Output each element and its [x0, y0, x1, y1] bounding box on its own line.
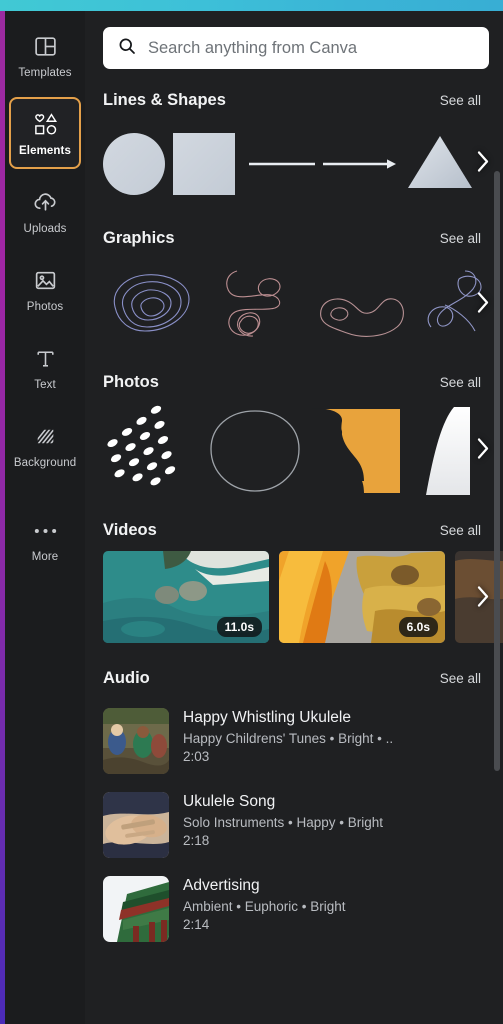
sidebar-item-label: Photos [26, 300, 64, 313]
audio-meta: Advertising Ambient • Euphoric • Bright … [183, 876, 346, 932]
photos-row [103, 403, 503, 499]
video-duration-badge: 11.0s [216, 617, 262, 637]
sidebar-item-label: Elements [19, 144, 71, 157]
sidebar-item-text[interactable]: Text [9, 331, 81, 403]
sidebar-item-label: Templates [18, 66, 72, 79]
videos-row: 11.0s 6.0s [103, 551, 503, 647]
audio-duration: 2:18 [183, 833, 210, 848]
video-duration-badge: 6.0s [398, 617, 438, 637]
section-photos: Photos See all [85, 373, 503, 499]
photo-orange-shape[interactable] [306, 405, 402, 497]
section-title: Audio [103, 669, 150, 687]
see-all-photos[interactable]: See all [440, 375, 481, 390]
graphics-row [103, 259, 503, 351]
section-graphics: Graphics See all [85, 229, 503, 351]
section-videos: Videos See all 11.0s 6.0s [85, 521, 503, 647]
list-item[interactable]: Happy Whistling Ukulele Happy Childrens'… [103, 699, 481, 783]
search-area: Search anything from Canva [85, 11, 503, 69]
see-all-audio[interactable]: See all [440, 671, 481, 686]
sidebar-item-label: Uploads [23, 222, 67, 235]
shape-arrow[interactable] [321, 133, 401, 195]
section-header: Lines & Shapes See all [103, 91, 503, 110]
audio-thumbnail [103, 792, 169, 858]
more-icon [33, 516, 58, 546]
sidebar-item-photos[interactable]: Photos [9, 253, 81, 325]
audio-tags: Happy Childrens' Tunes • Bright • .. [183, 731, 394, 746]
photo-dot-pattern[interactable] [103, 405, 199, 497]
audio-title: Happy Whistling Ukulele [183, 709, 351, 726]
photo-blob-outline[interactable] [205, 405, 301, 497]
video-thumbnail[interactable]: 11.0s [103, 551, 269, 643]
shape-line[interactable] [247, 133, 317, 195]
sidebar-item-elements[interactable]: Elements [9, 97, 81, 169]
list-item[interactable]: Advertising Ambient • Euphoric • Bright … [103, 867, 481, 951]
chevron-right-icon-graphics[interactable] [476, 291, 491, 320]
photos-icon [33, 266, 58, 296]
audio-track-list: Happy Whistling Ukulele Happy Childrens'… [103, 699, 503, 951]
sidebar-item-more[interactable]: More [9, 503, 81, 575]
audio-tags: Solo Instruments • Happy • Bright [183, 815, 384, 830]
shape-triangle[interactable] [405, 133, 475, 195]
section-header: Graphics See all [103, 229, 503, 248]
audio-duration: 2:03 [183, 749, 210, 764]
section-header: Photos See all [103, 373, 503, 392]
graphic-abstract-line-loops[interactable] [103, 261, 201, 349]
section-header: Audio See all [103, 669, 503, 688]
audio-thumbnail [103, 708, 169, 774]
shape-square[interactable] [173, 133, 235, 195]
section-title: Videos [103, 521, 157, 539]
scrollbar-thumb[interactable] [494, 171, 500, 771]
see-all-graphics[interactable]: See all [440, 231, 481, 246]
graphic-abstract-wave[interactable] [311, 261, 409, 349]
section-header: Videos See all [103, 521, 503, 540]
search-placeholder: Search anything from Canva [148, 38, 358, 57]
audio-meta: Happy Whistling Ukulele Happy Childrens'… [183, 708, 393, 764]
see-all-lines-shapes[interactable]: See all [440, 93, 481, 108]
audio-title: Advertising [183, 877, 260, 894]
list-item[interactable]: Ukulele Song Solo Instruments • Happy • … [103, 783, 481, 867]
section-title: Lines & Shapes [103, 91, 226, 109]
section-title: Graphics [103, 229, 175, 247]
audio-thumbnail [103, 876, 169, 942]
audio-title: Ukulele Song [183, 793, 276, 810]
elements-panel: Search anything from Canva Lines & Shape… [85, 11, 503, 1024]
chevron-right-icon-photos[interactable] [476, 437, 491, 466]
panel-scrollbar[interactable] [494, 171, 500, 771]
sidebar-item-templates[interactable]: Templates [9, 19, 81, 91]
left-sidebar: Templates Elements Uploads Photos Text B… [5, 11, 85, 1024]
templates-icon [33, 32, 58, 62]
sidebar-item-label: Text [34, 378, 56, 391]
graphic-abstract-scribble[interactable] [207, 261, 305, 349]
audio-duration: 2:14 [183, 917, 210, 932]
section-audio: Audio See all Happy Whistling Ukulele Ha… [85, 669, 503, 951]
section-title: Photos [103, 373, 159, 391]
top-accent-bar [0, 0, 503, 11]
left-accent-edge [0, 11, 5, 1024]
sidebar-item-uploads[interactable]: Uploads [9, 175, 81, 247]
uploads-icon [32, 188, 59, 218]
video-thumbnail[interactable]: 6.0s [279, 551, 445, 643]
section-lines-shapes: Lines & Shapes See all [85, 91, 503, 207]
shape-circle[interactable] [103, 133, 165, 195]
background-icon [33, 422, 58, 452]
audio-tags: Ambient • Euphoric • Bright [183, 899, 346, 914]
see-all-videos[interactable]: See all [440, 523, 481, 538]
chevron-right-icon-videos[interactable] [476, 585, 491, 614]
search-input[interactable]: Search anything from Canva [103, 27, 489, 69]
elements-icon [32, 110, 59, 140]
lines-shapes-row [103, 121, 503, 207]
sidebar-item-background[interactable]: Background [9, 409, 81, 481]
audio-meta: Ukulele Song Solo Instruments • Happy • … [183, 792, 383, 848]
text-icon [33, 344, 58, 374]
sidebar-item-label: More [31, 550, 59, 563]
chevron-right-icon-lines-shapes[interactable] [476, 150, 491, 179]
search-icon [117, 36, 137, 61]
sidebar-item-label: Background [13, 456, 77, 469]
